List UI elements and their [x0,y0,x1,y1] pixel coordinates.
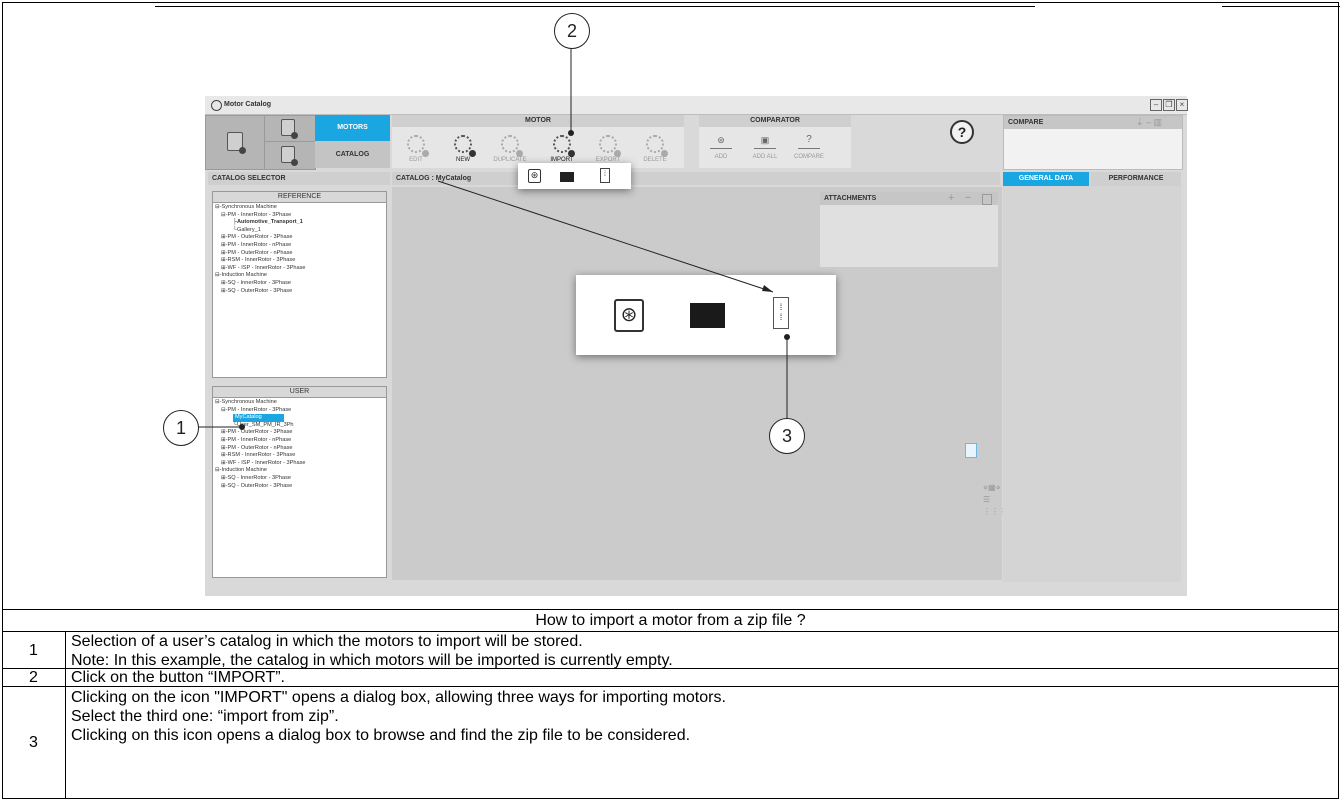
row-1-number: 1 [29,642,38,659]
table-top-rule [2,609,1338,610]
row-2-number: 2 [29,669,38,686]
callout-3: 3 [769,418,805,454]
row-3-text: Clicking on the icon "IMPORT" opens a di… [71,688,726,745]
row-2-text: Click on the button “IMPORT”. [71,669,285,686]
row-1-text: Selection of a user’s catalog in which t… [71,632,673,670]
row-3-line-3: Clicking on this icon opens a dialog box… [71,727,691,744]
number-column-rule [65,631,66,798]
table-heading: How to import a motor from a zip file ? [535,612,806,629]
callout-1: 1 [163,410,199,446]
row-3-number: 3 [29,734,38,751]
row-3-line-2: Select the third one: “import from zip”. [71,708,339,725]
row-3-line-1: Clicking on the icon "IMPORT" opens a di… [71,689,726,706]
row-1-line-1: Selection of a user’s catalog in which t… [71,633,583,650]
callout-2: 2 [554,13,590,49]
